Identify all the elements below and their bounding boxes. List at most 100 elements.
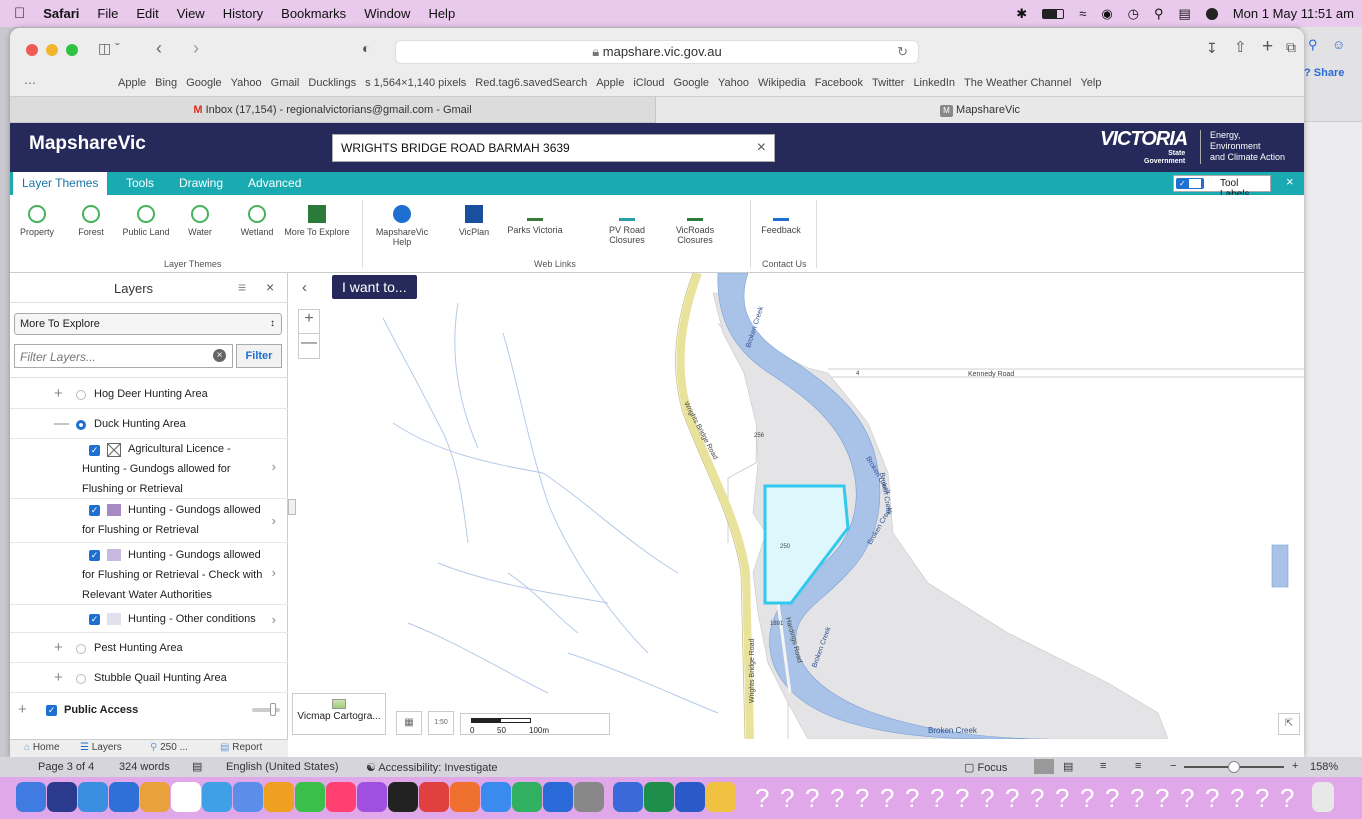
- sublayer-gundogs-water[interactable]: ✓ Hunting - Gundogs allowed for Flushing…: [10, 543, 288, 605]
- close-panel-icon[interactable]: ×: [266, 279, 274, 295]
- trash-icon[interactable]: [1312, 782, 1334, 812]
- dock-missing-app-icon[interactable]: ?: [1230, 783, 1244, 814]
- expand-icon[interactable]: +: [54, 385, 63, 402]
- favorite-link[interactable]: Apple: [596, 77, 624, 89]
- dock-app-icon[interactable]: [264, 782, 294, 812]
- expand-icon[interactable]: +: [18, 701, 27, 718]
- zoom-slider[interactable]: [1184, 761, 1284, 773]
- menu-safari[interactable]: Safari: [43, 6, 79, 21]
- dock-missing-app-icon[interactable]: ?: [780, 783, 794, 814]
- chevron-right-icon[interactable]: ›: [272, 563, 276, 583]
- dock-missing-app-icon[interactable]: ?: [980, 783, 994, 814]
- filter-layers-input[interactable]: Filter Layers... ×: [14, 344, 233, 368]
- property-tab[interactable]: ⚲ 250 ...: [150, 742, 188, 753]
- layer-checkbox[interactable]: ✓: [89, 550, 100, 561]
- favorite-link[interactable]: Red.tag6.savedSearch: [475, 77, 587, 89]
- layer-public-access[interactable]: + ✓ Public Access: [10, 693, 288, 739]
- battery-icon[interactable]: [1042, 8, 1065, 19]
- dock-missing-app-icon[interactable]: ?: [805, 783, 819, 814]
- bluetooth-icon[interactable]: ✱: [1016, 6, 1027, 22]
- dock-app-icon[interactable]: [202, 782, 232, 812]
- share-icon[interactable]: ⇧: [1234, 38, 1247, 56]
- favorite-link[interactable]: s 1,564×1,140 pixels: [365, 77, 466, 89]
- clear-filter-icon[interactable]: ×: [213, 349, 226, 362]
- ribbon-button[interactable]: Feedback: [755, 205, 807, 235]
- dock-app-icon[interactable]: [140, 782, 170, 812]
- zoom-window-button[interactable]: [66, 44, 78, 56]
- layers-tab[interactable]: ☰ Layers: [80, 742, 122, 753]
- dock-missing-app-icon[interactable]: ?: [1155, 783, 1169, 814]
- map-canvas[interactable]: Broken Creek Broken Creek Broken Creek B…: [288, 273, 1304, 739]
- menu-view[interactable]: View: [177, 6, 205, 21]
- ribbon-button[interactable]: VicPlan: [453, 205, 495, 237]
- wifi-icon[interactable]: ≈: [1079, 6, 1086, 21]
- zoom-out-button[interactable]: —: [299, 334, 319, 358]
- dock-missing-app-icon[interactable]: ?: [1080, 783, 1094, 814]
- favorite-link[interactable]: Yelp: [1080, 77, 1101, 89]
- language[interactable]: English (United States): [226, 761, 339, 773]
- layer-checkbox[interactable]: ✓: [89, 505, 100, 516]
- layer-checkbox[interactable]: ✓: [46, 705, 57, 716]
- sublayer-other-conditions[interactable]: ✓ Hunting - Other conditions ›: [10, 605, 288, 633]
- ribbon-button[interactable]: Forest: [70, 205, 112, 237]
- favorite-link[interactable]: Wikipedia: [758, 77, 806, 89]
- dock-app-icon[interactable]: [109, 782, 139, 812]
- tab-mapsharevic[interactable]: M MapshareVic: [656, 97, 1304, 123]
- menu-history[interactable]: History: [223, 6, 263, 21]
- dock-app-icon[interactable]: [78, 782, 108, 812]
- dock-app-icon[interactable]: [450, 782, 480, 812]
- ribbon-button[interactable]: MapshareVic Help: [372, 205, 432, 247]
- print-layout-icon[interactable]: [1034, 759, 1054, 774]
- dock-app-icon[interactable]: [357, 782, 387, 812]
- dock-missing-app-icon[interactable]: ?: [1105, 783, 1119, 814]
- dock-missing-app-icon[interactable]: ?: [755, 783, 769, 814]
- layer-hog-deer[interactable]: + Hog Deer Hunting Area: [10, 379, 288, 409]
- favorite-link[interactable]: Facebook: [815, 77, 863, 89]
- ribbon-button[interactable]: Parks Victoria: [500, 205, 570, 235]
- app-logo[interactable]: MapshareVic: [29, 133, 146, 155]
- ribbon-button[interactable]: More To Explore: [282, 205, 352, 237]
- word-count[interactable]: 324 words: [119, 761, 170, 773]
- layer-duck-hunting[interactable]: — Duck Hunting Area: [10, 409, 288, 439]
- sublayer-gundogs[interactable]: ✓ Hunting - Gundogs allowed for Flushing…: [10, 499, 288, 543]
- favorites-grid-icon[interactable]: ⋯: [24, 76, 36, 90]
- layer-checkbox[interactable]: ✓: [89, 614, 100, 625]
- draft-view-icon[interactable]: ≡: [1135, 760, 1141, 772]
- favorite-link[interactable]: Twitter: [872, 77, 904, 89]
- tab-tools[interactable]: Tools: [126, 172, 154, 195]
- chevron-right-icon[interactable]: ›: [272, 457, 276, 477]
- privacy-shield-icon[interactable]: ◐: [362, 40, 370, 56]
- opacity-slider[interactable]: [252, 703, 280, 716]
- layer-checkbox[interactable]: ✓: [89, 445, 100, 456]
- dock-app-icon[interactable]: [419, 782, 449, 812]
- proofing-icon[interactable]: ▤: [192, 760, 202, 773]
- favorite-link[interactable]: The Weather Channel: [964, 77, 1071, 89]
- favorite-link[interactable]: Yahoo: [718, 77, 749, 89]
- dock-missing-app-icon[interactable]: ?: [905, 783, 919, 814]
- dock-app-icon[interactable]: [543, 782, 573, 812]
- expand-icon[interactable]: +: [54, 669, 63, 686]
- dock-app-icon[interactable]: [295, 782, 325, 812]
- dock-missing-app-icon[interactable]: ?: [1055, 783, 1069, 814]
- dock-app-icon[interactable]: [644, 782, 674, 812]
- home-tab[interactable]: ⌂ Home: [24, 742, 60, 753]
- favorite-link[interactable]: Yahoo: [231, 77, 262, 89]
- favorite-link[interactable]: iCloud: [633, 77, 664, 89]
- dock-app-icon[interactable]: [16, 782, 46, 812]
- dock-app-icon[interactable]: [481, 782, 511, 812]
- radio-selected[interactable]: [76, 420, 86, 430]
- downloads-icon[interactable]: ↧: [1206, 40, 1218, 57]
- web-layout-icon[interactable]: ▤: [1063, 760, 1073, 773]
- sidebar-toggle-icon[interactable]: ◫ ˇ: [98, 40, 120, 57]
- minimize-window-button[interactable]: [46, 44, 58, 56]
- radio-button[interactable]: [76, 644, 86, 654]
- favorite-link[interactable]: Ducklings: [308, 77, 356, 89]
- focus-button[interactable]: ▢ Focus: [964, 761, 1007, 774]
- zoom-in-button[interactable]: +: [299, 310, 319, 334]
- close-ribbon-icon[interactable]: ×: [1286, 174, 1294, 189]
- share-button[interactable]: ? Share: [1304, 67, 1344, 79]
- favorite-link[interactable]: Gmail: [271, 77, 300, 89]
- menu-edit[interactable]: Edit: [136, 6, 158, 21]
- dock-app-icon[interactable]: [512, 782, 542, 812]
- dock-app-icon[interactable]: [388, 782, 418, 812]
